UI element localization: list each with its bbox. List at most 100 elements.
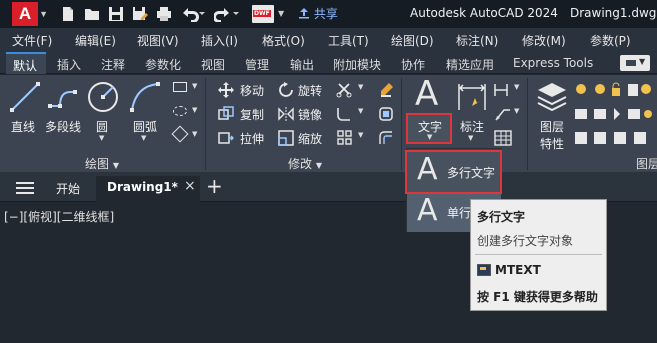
leader-icon — [495, 109, 510, 121]
chevron-down-icon[interactable]: ▼ — [358, 131, 363, 139]
redo-icon[interactable] — [213, 6, 240, 23]
menu-format[interactable]: 格式(O) — [262, 32, 305, 49]
hatch-icon[interactable] — [173, 106, 187, 116]
ribbon-tab-collaborate[interactable]: 协作 — [401, 56, 425, 73]
copy-icon — [218, 106, 234, 120]
single-line-text-icon: A — [417, 193, 438, 228]
arc-tool-button[interactable] — [128, 80, 162, 114]
dwf-badge: DWF — [253, 10, 271, 17]
chevron-down-icon[interactable]: ▼ — [192, 130, 197, 138]
stretch-label: 拉伸 — [240, 132, 265, 146]
save-as-icon[interactable] — [132, 6, 148, 22]
menu-modify[interactable]: 修改(M) — [522, 32, 566, 49]
linear-dim-button[interactable] — [494, 82, 512, 102]
mtext-icon: A — [417, 152, 438, 187]
table-button[interactable] — [494, 130, 512, 150]
ribbon-tab-view[interactable]: 视图 — [201, 56, 225, 73]
autocad-logo-button[interactable]: A ▼ — [12, 2, 48, 26]
layers-panel-title[interactable]: 图层 — [636, 155, 657, 172]
draw-panel-title[interactable]: 绘图 ▼ — [85, 155, 119, 172]
drawing1-tab[interactable]: Drawing1* × — [96, 176, 200, 202]
chevron-down-icon[interactable]: ▼ — [141, 134, 146, 142]
lightbulb-icon — [576, 82, 651, 96]
circle-tool-label: 圆 — [96, 120, 109, 134]
text-dropdown-button[interactable]: 文字 ▼ — [406, 113, 452, 144]
layer-properties-icon — [537, 83, 567, 112]
publish-dwf-icon[interactable]: DWF — [252, 5, 274, 23]
layer-match-icons[interactable] — [574, 106, 654, 126]
layer-properties-label-1: 图层 — [540, 120, 565, 134]
menu-dimension[interactable]: 标注(N) — [456, 32, 498, 49]
dimension-button[interactable] — [455, 80, 489, 118]
chevron-down-icon: ▼ — [427, 133, 433, 141]
menu-view[interactable]: 视图(V) — [137, 32, 179, 49]
menu-edit[interactable]: 编辑(E) — [75, 32, 116, 49]
panel-divider — [205, 78, 206, 170]
layer-properties-label-2: 特性 — [540, 137, 565, 151]
tooltip-help-hint: 按 F1 键获得更多帮助 — [477, 290, 598, 304]
ribbon-tab-addins[interactable]: 附加模块 — [333, 56, 381, 73]
chevron-down-icon[interactable]: ▼ — [514, 107, 519, 115]
ribbon-tab-label: 默认 — [13, 59, 38, 73]
quick-access-dropdown-icon[interactable]: ▼ — [278, 9, 284, 18]
chevron-down-icon[interactable]: ▼ — [192, 82, 197, 90]
line-tool-button[interactable] — [8, 80, 42, 114]
stretch-icon — [218, 132, 234, 144]
modify-panel-title[interactable]: 修改 ▼ — [288, 155, 322, 172]
menu-insert[interactable]: 插入(I) — [201, 32, 238, 49]
start-tab[interactable]: 开始 — [56, 180, 80, 197]
fillet-button[interactable] — [336, 106, 356, 126]
hamburger-menu-icon[interactable] — [16, 180, 34, 199]
ribbon-tab-insert[interactable]: 插入 — [57, 56, 81, 73]
circle-tool-button[interactable] — [86, 80, 120, 114]
menu-draw[interactable]: 绘图(D) — [391, 32, 434, 49]
save-icon[interactable] — [108, 6, 124, 22]
explode-icon — [379, 107, 393, 121]
chevron-down-icon[interactable]: ▼ — [358, 83, 363, 91]
rectangle-icon[interactable] — [173, 82, 187, 92]
layer-properties-button[interactable] — [536, 80, 568, 118]
ribbon-tab-featured-apps[interactable]: 精选应用 — [446, 56, 494, 73]
polyline-tool-button[interactable] — [46, 80, 80, 114]
ribbon-tab-default[interactable]: 默认 — [6, 52, 46, 74]
array-button[interactable] — [336, 130, 356, 150]
print-icon[interactable] — [156, 6, 172, 22]
layer-tools-icon — [575, 108, 652, 120]
circle-icon — [88, 82, 118, 112]
add-tab-button[interactable]: + — [206, 174, 223, 198]
ribbon-tab-express-tools[interactable]: Express Tools — [513, 56, 593, 70]
share-button[interactable]: 共享 — [298, 5, 338, 22]
ribbon-tab-output[interactable]: 输出 — [290, 56, 314, 73]
text-tool-button[interactable]: A — [410, 74, 450, 114]
explode-button[interactable] — [378, 106, 394, 126]
arc-tool-label: 圆弧 — [133, 120, 158, 134]
chevron-down-icon[interactable]: ▼ — [192, 106, 197, 114]
menu-tools[interactable]: 工具(T) — [328, 32, 369, 49]
new-file-icon[interactable] — [60, 6, 76, 22]
move-label: 移动 — [240, 84, 265, 98]
offset-button[interactable] — [378, 130, 394, 150]
layer-more-icons[interactable] — [574, 130, 654, 150]
chevron-down-icon[interactable]: ▼ — [468, 134, 473, 142]
menu-parametric[interactable]: 参数(P) — [590, 32, 631, 49]
chevron-down-icon[interactable]: ▼ — [99, 134, 104, 142]
mtext-menu-item[interactable]: A 多行文字 — [405, 150, 502, 194]
viewport-controls[interactable]: [−][俯视][二维线框] — [4, 208, 114, 225]
scale-label: 缩放 — [298, 132, 323, 146]
chevron-down-icon: ▼ — [39, 9, 48, 19]
ribbon-tab-parametric[interactable]: 参数化 — [145, 56, 181, 73]
ribbon-tab-manage[interactable]: 管理 — [245, 56, 269, 73]
trim-button[interactable] — [336, 82, 356, 102]
menu-file[interactable]: 文件(F) — [12, 32, 52, 49]
layer-state-icons[interactable] — [574, 82, 654, 102]
close-icon[interactable]: × — [184, 178, 196, 194]
ribbon-display-toggle[interactable]: ▼ — [620, 55, 650, 71]
polyline-icon — [48, 90, 77, 108]
chevron-down-icon[interactable]: ▼ — [514, 83, 519, 91]
leader-button[interactable] — [494, 106, 512, 126]
erase-button[interactable] — [378, 82, 394, 102]
undo-icon[interactable] — [180, 6, 206, 23]
open-folder-icon[interactable] — [84, 6, 100, 22]
ribbon-tab-annotate[interactable]: 注释 — [101, 56, 125, 73]
chevron-down-icon[interactable]: ▼ — [358, 107, 363, 115]
